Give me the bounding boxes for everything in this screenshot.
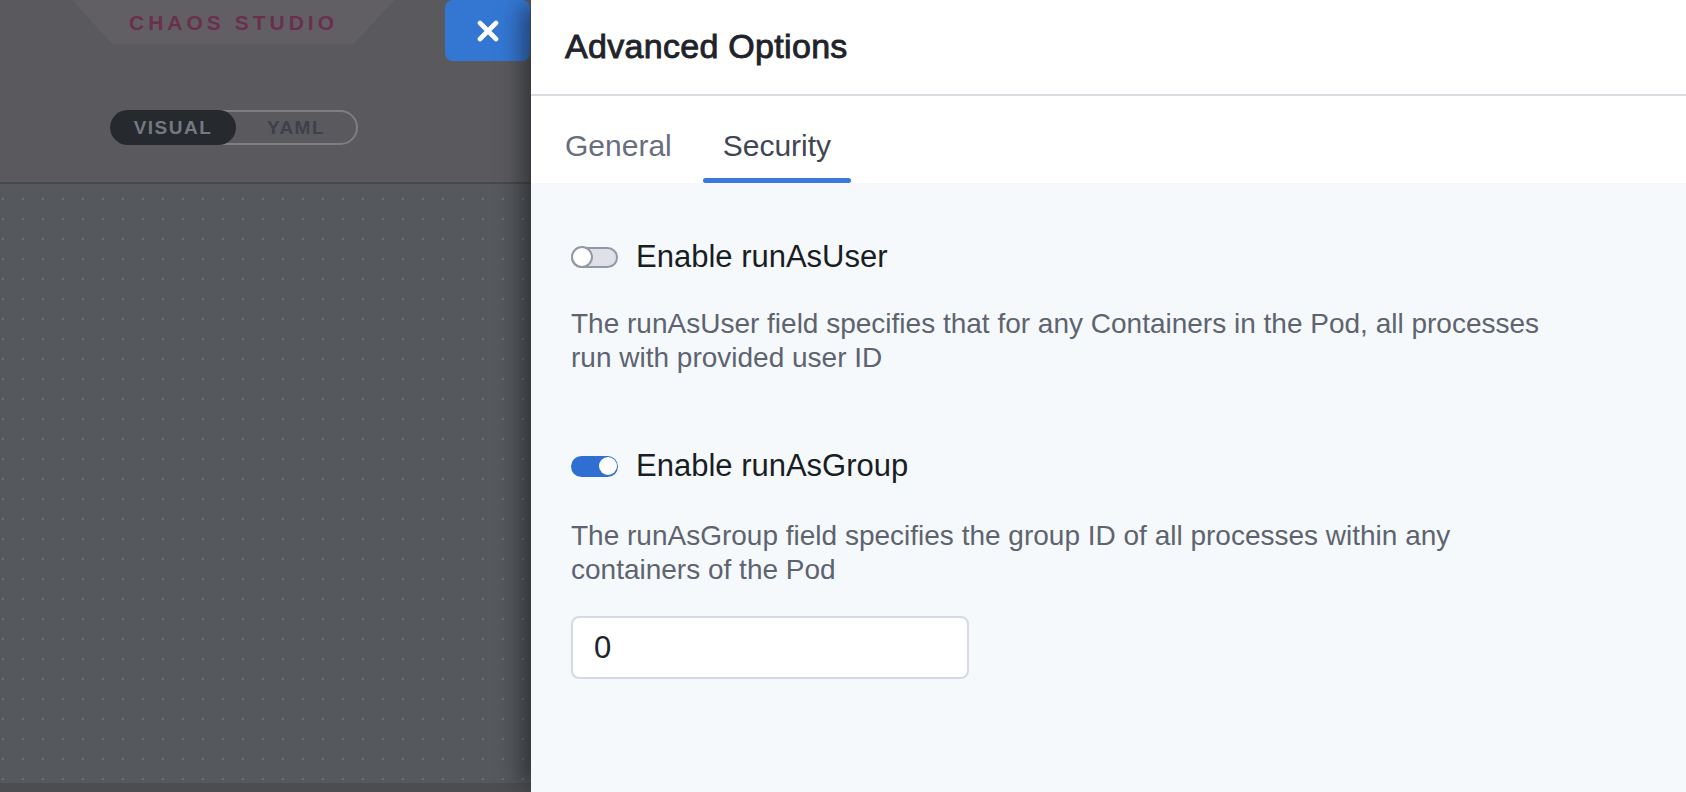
drawer-close-button[interactable] [445, 0, 530, 61]
toggle-knob [571, 246, 593, 268]
brand-banner: CHAOS STUDIO [72, 0, 395, 44]
run-as-user-description: The runAsUser field specifies that for a… [571, 307, 1571, 375]
run-as-group-value-input[interactable] [571, 616, 969, 679]
view-mode-yaml[interactable]: YAML [236, 112, 356, 143]
view-mode-yaml-label: YAML [267, 117, 325, 139]
drawer-header: Advanced Options [531, 0, 1686, 96]
run-as-user-row: Enable runAsUser [571, 246, 1686, 268]
drawer-tabbar: General Security [531, 96, 1686, 183]
view-mode-visual-label: VISUAL [134, 117, 213, 139]
experiment-canvas-dotted [0, 184, 531, 784]
tab-security-label: Security [723, 130, 831, 161]
chaos-studio-editor-dimmed: CHAOS STUDIO VISUAL YAML [0, 0, 531, 792]
run-as-group-description: The runAsGroup field specifies the group… [571, 519, 1571, 587]
enable-run-as-group-toggle[interactable] [571, 456, 618, 477]
advanced-options-drawer: Advanced Options General Security Enable… [531, 0, 1686, 792]
run-as-group-label: Enable runAsGroup [636, 455, 908, 477]
run-as-group-row: Enable runAsGroup [571, 455, 1686, 477]
toggle-knob [599, 457, 617, 475]
tab-security[interactable]: Security [723, 96, 831, 183]
security-tab-content: Enable runAsUser The runAsUser field spe… [531, 183, 1686, 792]
brand-banner-label: CHAOS STUDIO [129, 10, 338, 35]
view-mode-toggle[interactable]: VISUAL YAML [110, 110, 358, 145]
close-x-icon [477, 20, 499, 42]
canvas-bottom-bar [0, 783, 531, 792]
run-as-user-label: Enable runAsUser [636, 246, 888, 268]
enable-run-as-user-toggle[interactable] [571, 247, 618, 268]
drawer-title: Advanced Options [565, 26, 1686, 66]
tab-general[interactable]: General [565, 96, 672, 183]
tab-general-label: General [565, 130, 672, 161]
view-mode-visual[interactable]: VISUAL [110, 110, 236, 145]
